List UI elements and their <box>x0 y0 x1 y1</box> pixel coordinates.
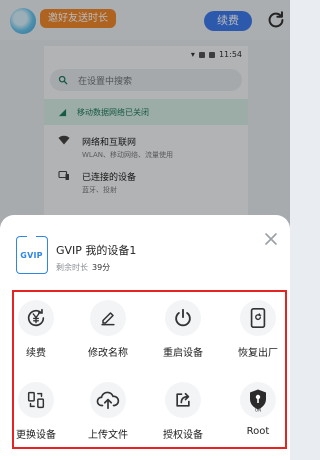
action-label: 授权设备 <box>163 430 203 441</box>
gvip-badge-text: GVIP <box>20 251 43 260</box>
share-authorize-icon <box>165 382 201 418</box>
device-title: GVIP 我的设备1 <box>56 244 137 257</box>
action-reboot[interactable]: 重启设备 <box>153 300 213 359</box>
action-label: 恢复出厂 <box>238 348 278 359</box>
cloud-upload-icon <box>90 382 126 418</box>
action-root[interactable]: ON Root <box>228 382 288 437</box>
action-label: Root <box>246 426 270 437</box>
action-renew[interactable]: 续费 <box>6 300 66 359</box>
root-shield-icon: ON <box>240 382 276 418</box>
action-factory-reset[interactable]: 恢复出厂 <box>228 300 288 359</box>
action-label: 更换设备 <box>16 430 56 441</box>
factory-reset-icon <box>240 300 276 336</box>
action-label: 上传文件 <box>88 430 128 441</box>
remaining-value: 39分 <box>92 263 111 272</box>
close-icon[interactable] <box>264 232 278 246</box>
gvip-device-icon: GVIP <box>16 235 48 274</box>
action-label: 重启设备 <box>163 348 203 359</box>
power-icon <box>165 300 201 336</box>
action-label: 修改名称 <box>88 348 128 359</box>
action-authorize-device[interactable]: 授权设备 <box>153 382 213 441</box>
action-upload-file[interactable]: 上传文件 <box>78 382 138 441</box>
swap-device-icon <box>18 382 54 418</box>
action-replace-device[interactable]: 更换设备 <box>6 382 66 441</box>
pencil-icon <box>90 300 126 336</box>
root-on-text: ON <box>255 408 261 413</box>
yen-renew-icon <box>18 300 54 336</box>
remaining-label: 剩余时长 <box>56 263 88 272</box>
remaining-time: 剩余时长 39分 <box>56 262 110 273</box>
action-label: 续费 <box>26 348 46 359</box>
action-rename[interactable]: 修改名称 <box>78 300 138 359</box>
